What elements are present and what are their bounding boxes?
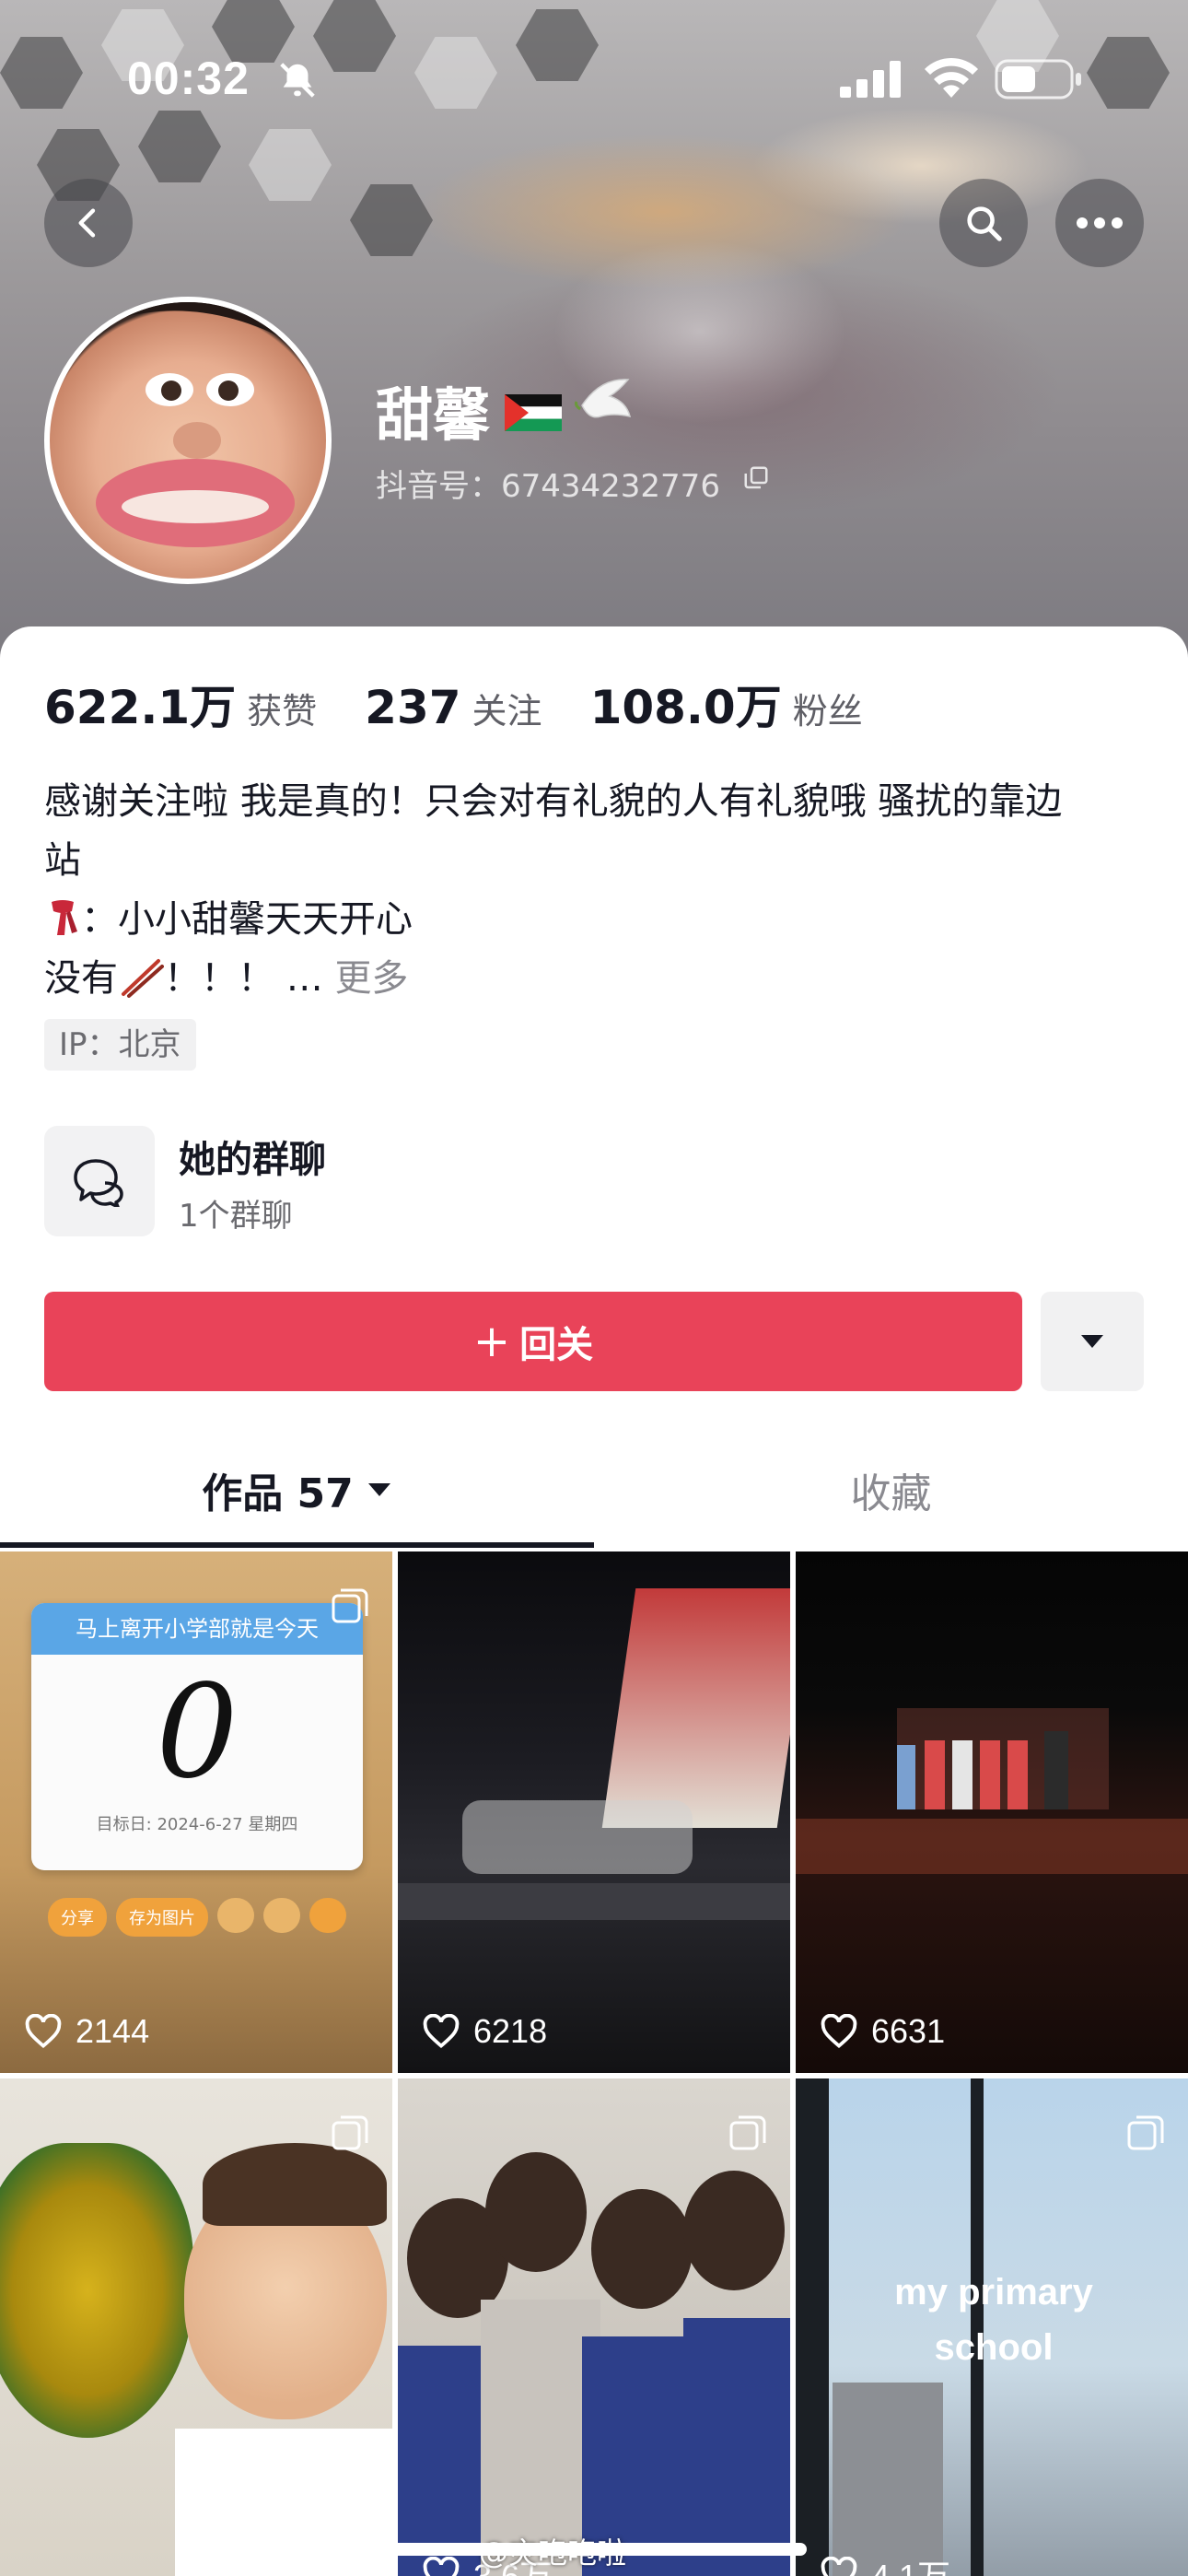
caret-down-icon xyxy=(1081,1335,1103,1348)
video-tile-6[interactable]: my primary school 4.1万 xyxy=(796,2078,1188,2576)
video-tile-5[interactable]: 3.6万 xyxy=(398,2078,790,2576)
bio-line-2: 站 xyxy=(44,839,81,882)
dove-icon xyxy=(575,379,632,418)
save-image-chip: 存为图片 xyxy=(116,1898,208,1937)
multi-image-icon xyxy=(1127,2115,1164,2150)
heart-icon xyxy=(821,2557,857,2576)
tile-like-count: 4.1万 xyxy=(820,2550,950,2576)
heart-icon xyxy=(821,2014,857,2049)
douyin-id: 抖音号：67434232776 xyxy=(376,468,720,505)
bio-line-4-prefix: 没有 xyxy=(44,957,118,1000)
following-label[interactable]: 关注 xyxy=(472,683,542,733)
tile-like-number: 4.1万 xyxy=(871,2550,950,2576)
battery-icon xyxy=(995,59,1081,100)
palestine-flag-icon xyxy=(505,394,562,431)
bio: 感谢关注啦 我是真的！只会对有礼貌的人有礼貌哦 骚扰的靠边 站 ：小小甜馨天天开… xyxy=(44,772,1149,1008)
tab-active-underline xyxy=(0,1542,594,1548)
caret-down-icon xyxy=(367,1483,390,1496)
home-indicator[interactable] xyxy=(381,2543,807,2556)
tile-like-count: 2144 xyxy=(24,2012,149,2051)
group-chat-icon-box xyxy=(44,1126,155,1236)
video-grid: 马上离开小学部就是今天 0 目标日: 2024-6-27 星期四 分享 存为图片… xyxy=(0,1551,1188,2576)
search-button[interactable] xyxy=(939,179,1028,267)
content-tabs: 作品 57 收藏 xyxy=(0,1430,1188,1550)
video-tile-4[interactable] xyxy=(0,2078,392,2576)
profile-screen: 00:32 甜馨 抖音号：67434232776 622.1万 获赞 237 关… xyxy=(0,0,1188,2576)
bio-line-4: 没有 ！！！ … 更多 xyxy=(44,949,1149,1008)
tile-like-count: 6631 xyxy=(820,2012,945,2051)
countdown-card: 马上离开小学部就是今天 0 目标日: 2024-6-27 星期四 xyxy=(31,1603,363,1870)
followers-count[interactable]: 108.0万 xyxy=(590,671,782,737)
ip-location-tag: IP：北京 xyxy=(44,1019,196,1071)
plus-icon: + xyxy=(472,1316,511,1367)
group-chat-title: 她的群聊 xyxy=(179,1139,326,1181)
multi-image-icon xyxy=(332,1588,368,1623)
chat-bubbles-icon xyxy=(74,1159,123,1207)
heart-icon xyxy=(423,2014,460,2049)
likes-count: 622.1万 xyxy=(44,681,237,734)
video-tile-3[interactable]: 6631 xyxy=(796,1551,1188,2073)
tab-works[interactable]: 作品 57 xyxy=(0,1430,594,1550)
heart-icon xyxy=(423,2557,460,2576)
multi-image-icon xyxy=(332,2115,368,2150)
follow-back-button[interactable]: + 回关 xyxy=(44,1292,1022,1391)
countdown-date: 目标日: 2024-6-27 星期四 xyxy=(96,1815,298,1834)
followers-label[interactable]: 粉丝 xyxy=(793,683,863,733)
overlay-text-1: my primary xyxy=(894,2272,1093,2313)
nickname: 甜馨 xyxy=(376,381,491,449)
video-tile-1[interactable]: 马上离开小学部就是今天 0 目标日: 2024-6-27 星期四 分享 存为图片… xyxy=(0,1551,392,2073)
follow-back-label: 回关 xyxy=(519,1324,594,1366)
share-chip: 分享 xyxy=(48,1898,107,1937)
search-icon xyxy=(967,206,1002,241)
group-chat-entry[interactable]: 她的群聊 1个群聊 xyxy=(44,1126,1144,1236)
tile-like-count: 6218 xyxy=(422,2012,547,2051)
wifi-icon xyxy=(925,57,978,98)
video-tile-2[interactable]: 6218 xyxy=(398,1551,790,2073)
tile-like-number: 6631 xyxy=(871,2012,946,2050)
mute-bell-icon xyxy=(280,63,315,98)
bio-line-3: ：小小甜馨天天开心 xyxy=(44,890,1149,949)
status-time: 00:32 xyxy=(127,53,250,104)
tab-favorites-label: 收藏 xyxy=(850,1470,932,1517)
copy-icon[interactable] xyxy=(742,464,770,492)
signal-icon xyxy=(840,61,901,98)
back-button[interactable] xyxy=(44,179,133,267)
bio-line-4-suffix: ！！！ … xyxy=(164,957,335,1000)
tab-favorites[interactable]: 收藏 xyxy=(594,1430,1188,1550)
likes-label: 获赞 xyxy=(247,691,318,732)
tile-like-number: 6218 xyxy=(473,2012,548,2050)
bio-line-3-text: ：小小甜馨天天开心 xyxy=(81,898,413,941)
scarf-icon xyxy=(52,900,77,935)
countdown-title: 马上离开小学部就是今天 xyxy=(31,1603,363,1655)
countdown-buttons: 分享 存为图片 xyxy=(48,1898,346,1937)
more-options-button[interactable] xyxy=(1055,179,1144,267)
more-dots-icon xyxy=(1077,217,1123,228)
heart-icon xyxy=(25,2014,62,2049)
avatar[interactable] xyxy=(44,297,332,584)
tile-like-number: 2144 xyxy=(76,2012,150,2050)
bio-more-link[interactable]: 更多 xyxy=(334,957,408,1000)
bio-line-1: 感谢关注啦 我是真的！只会对有礼貌的人有礼貌哦 骚扰的靠边 xyxy=(44,780,1063,823)
profile-stats: 622.1万 获赞 237 关注 108.0万 粉丝 xyxy=(44,671,863,734)
chevron-left-icon xyxy=(78,208,96,238)
tab-works-label: 作品 57 xyxy=(202,1470,354,1517)
overlay-text-2: school xyxy=(934,2327,1054,2368)
chopsticks-icon xyxy=(122,959,164,998)
recommend-dropdown-button[interactable] xyxy=(1041,1292,1144,1391)
countdown-number: 0 xyxy=(156,1657,239,1808)
multi-image-icon xyxy=(729,2115,766,2150)
group-chat-subtitle: 1个群聊 xyxy=(179,1198,293,1235)
status-bar: 00:32 xyxy=(0,0,1188,138)
following-count[interactable]: 237 xyxy=(365,681,460,734)
avatar-face-image xyxy=(50,302,326,547)
